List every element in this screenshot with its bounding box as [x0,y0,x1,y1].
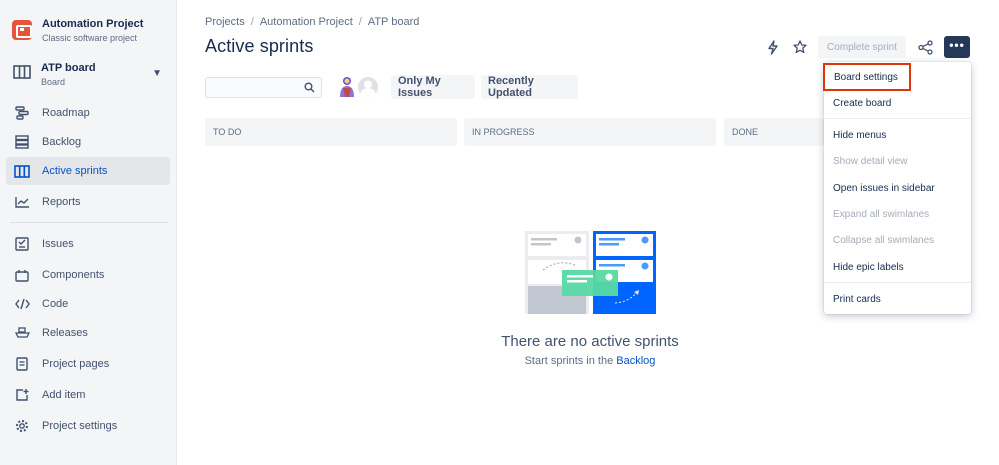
board-name: ATP board [41,62,96,74]
board-selector[interactable]: ATP board Board ▼ [10,62,168,92]
column-header-in-progress: IN PROGRESS [464,118,716,146]
empty-state-subtitle: Start sprints in the Backlog [440,355,740,367]
star-icon[interactable] [789,36,811,58]
menu-item-print-cards[interactable]: Print cards [824,288,971,310]
recently-updated-filter[interactable]: Recently Updated [481,75,578,99]
breadcrumb-projects[interactable]: Projects [205,16,245,28]
breadcrumb-project[interactable]: Automation Project [260,16,353,28]
sidebar-item-label: Roadmap [42,107,90,119]
sidebar-item-label: Code [42,298,69,310]
menu-item-expand-swimlanes[interactable]: Expand all swimlanes [824,203,971,225]
sidebar-item-project-pages[interactable]: Project pages [6,350,170,378]
sidebar-item-reports[interactable]: Reports [6,188,170,216]
sidebar-item-label: Components [42,269,105,281]
menu-item-hide-epic-labels[interactable]: Hide epic labels [824,256,971,278]
empty-board-illustration [525,231,656,314]
sidebar-divider [10,222,168,223]
sidebar-item-label: Add item [42,389,86,401]
gear-icon [14,418,30,434]
chevron-down-icon: ▼ [152,68,162,79]
column-header-done: DONE [724,118,824,146]
sidebar: Automation Project Classic software proj… [0,0,177,465]
more-actions-button[interactable]: ••• [944,36,970,58]
empty-state-text: Start sprints in the [524,355,614,367]
sidebar-item-label: Reports [42,196,81,208]
breadcrumb-board[interactable]: ATP board [368,16,420,28]
automation-lightning-icon[interactable] [762,36,784,58]
roadmap-icon [14,105,30,121]
components-icon [14,267,30,283]
sidebar-item-backlog[interactable]: Backlog [6,128,170,156]
page-icon [14,356,30,372]
breadcrumb-separator: / [358,16,362,28]
sidebar-item-label: Project settings [42,420,118,432]
menu-item-board-settings[interactable]: Board settings [823,63,911,91]
project-header[interactable]: Automation Project Classic software proj… [12,18,143,43]
sidebar-item-label: Backlog [42,136,82,148]
only-my-issues-filter[interactable]: Only My Issues [391,75,475,99]
sidebar-item-project-settings[interactable]: Project settings [6,412,170,440]
menu-item-hide-menus[interactable]: Hide menus [824,124,971,146]
backlog-icon [14,134,30,150]
sidebar-item-roadmap[interactable]: Roadmap [6,99,170,127]
unassigned-avatar[interactable] [356,75,380,99]
menu-item-create-board[interactable]: Create board [824,92,971,114]
sidebar-item-issues[interactable]: Issues [6,230,170,258]
menu-item-open-issues-sidebar[interactable]: Open issues in sidebar [824,177,971,199]
user-avatar[interactable] [337,75,357,99]
sidebar-item-components[interactable]: Components [6,261,170,289]
ship-icon [14,325,30,341]
board-icon [13,65,31,79]
sidebar-item-label: Releases [42,327,88,339]
breadcrumb: Projects / Automation Project / ATP boar… [205,16,419,28]
menu-item-show-detail-view[interactable]: Show detail view [824,150,971,172]
sidebar-item-label: Project pages [42,358,110,370]
sidebar-item-label: Issues [42,238,74,250]
search-input[interactable] [205,77,322,98]
reports-chart-icon [14,194,30,210]
menu-divider [824,282,971,283]
column-header-todo: TO DO [205,118,457,146]
share-icon[interactable] [913,36,937,58]
menu-divider [824,118,971,119]
sidebar-item-code[interactable]: Code [6,290,170,318]
board-actions-menu: Board settings Create board Hide menus S… [823,62,971,314]
project-type: Classic software project [42,33,138,43]
sidebar-item-active-sprints[interactable]: Active sprints [6,157,170,185]
complete-sprint-button[interactable]: Complete sprint [818,36,906,58]
empty-state-title: There are no active sprints [501,333,679,350]
board-columns-icon [14,163,30,179]
add-item-icon [14,387,30,403]
breadcrumb-separator: / [250,16,254,28]
project-name: Automation Project [42,18,144,30]
menu-item-collapse-swimlanes[interactable]: Collapse all swimlanes [824,229,971,251]
search-icon [304,82,315,93]
board-subtitle: Board [41,77,66,87]
sidebar-item-releases[interactable]: Releases [6,319,170,347]
project-avatar-icon [12,20,32,40]
backlog-link[interactable]: Backlog [616,355,655,367]
ellipsis-icon: ••• [949,38,965,52]
sidebar-item-label: Active sprints [42,165,108,177]
page-title: Active sprints [205,36,314,56]
issues-icon [14,236,30,252]
sidebar-item-add-item[interactable]: Add item [6,381,170,409]
code-icon [14,296,30,312]
